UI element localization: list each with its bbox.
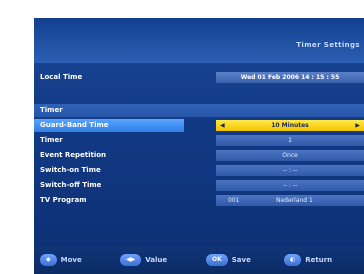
local-time-label: Local Time <box>40 73 83 81</box>
event-repetition-row[interactable]: Event Repetition Once <box>34 149 364 162</box>
timer-section-header: Timer <box>34 104 364 117</box>
return-key-icon: ◐ <box>284 254 302 266</box>
guard-band-time-text: 10 Minutes <box>271 122 309 129</box>
ok-key-icon: OK <box>206 254 228 266</box>
timer-label: Timer <box>40 136 63 144</box>
local-time-value: Wed 01 Feb 2006 14 : 15 : 55 <box>216 72 364 83</box>
guard-band-time-value[interactable]: ◀ 10 Minutes ▶ <box>216 120 364 131</box>
switch-off-time-value[interactable]: -- : -- <box>216 180 364 191</box>
tv-program-row[interactable]: TV Program 001 Nederland 1 <box>34 194 364 207</box>
save-label: Save <box>231 256 251 264</box>
move-hint: ◆ Move <box>40 254 82 266</box>
guard-band-time-row[interactable]: Guard-Band Time ◀ 10 Minutes ▶ <box>34 119 364 132</box>
value-hint: ◀▶ Value <box>120 254 167 266</box>
timer-row[interactable]: Timer 1 <box>34 134 364 147</box>
timer-value[interactable]: 1 <box>216 135 364 146</box>
event-repetition-label: Event Repetition <box>40 151 107 159</box>
switch-on-time-label: Switch-on Time <box>40 166 101 174</box>
section-label: Timer <box>40 106 63 114</box>
guard-band-time-label: Guard-Band Time <box>34 119 184 132</box>
switch-off-time-row[interactable]: Switch-off Time -- : -- <box>34 179 364 192</box>
tv-screen: Timer Settings Local Time Wed 01 Feb 200… <box>34 18 364 274</box>
switch-off-time-label: Switch-off Time <box>40 181 102 189</box>
arrow-right-icon[interactable]: ▶ <box>355 120 360 131</box>
header-bar: Timer Settings <box>34 18 364 63</box>
screen-title: Timer Settings <box>296 41 360 49</box>
local-time-row: Local Time Wed 01 Feb 2006 14 : 15 : 55 <box>34 71 364 84</box>
value-label: Value <box>145 256 168 264</box>
value-key-icon: ◀▶ <box>120 254 142 266</box>
channel-name: Nederland 1 <box>276 197 313 204</box>
return-hint: ◐ Return <box>284 254 332 266</box>
switch-on-time-row[interactable]: Switch-on Time -- : -- <box>34 164 364 177</box>
tv-program-value[interactable]: 001 Nederland 1 <box>216 195 364 206</box>
footer-bar: ◆ Move ◀▶ Value OK Save ◐ Return <box>34 246 364 274</box>
save-hint: OK Save <box>206 254 251 266</box>
move-key-icon: ◆ <box>40 254 57 266</box>
arrow-left-icon[interactable]: ◀ <box>220 120 225 131</box>
switch-on-time-value[interactable]: -- : -- <box>216 165 364 176</box>
return-label: Return <box>305 256 333 264</box>
channel-number: 001 <box>228 197 240 204</box>
move-label: Move <box>60 256 82 264</box>
event-repetition-value[interactable]: Once <box>216 150 364 161</box>
tv-program-label: TV Program <box>40 196 87 204</box>
